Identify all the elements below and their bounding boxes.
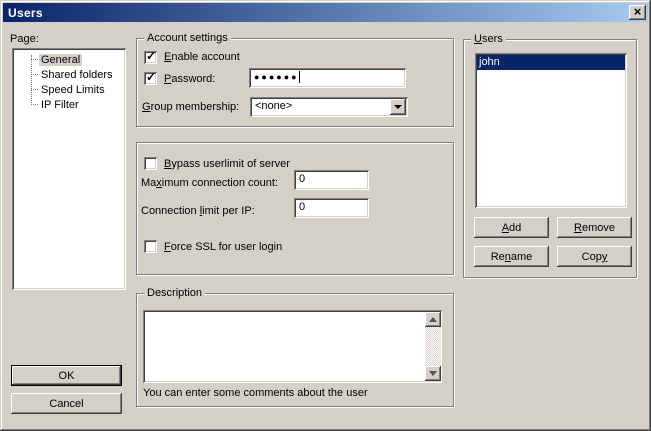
- arrow-down-icon: [429, 371, 437, 376]
- account-settings-group-label: Account settings: [144, 32, 231, 44]
- page-item-speed-limits[interactable]: Speed Limits: [12, 82, 126, 97]
- description-group-label: Description: [144, 287, 205, 299]
- users-dialog-window: Users × Page: General Shared folders Spe…: [0, 0, 651, 431]
- rename-user-button[interactable]: Rename: [474, 246, 549, 267]
- users-group-label: Users: [471, 33, 506, 45]
- password-checkbox[interactable]: [144, 72, 157, 85]
- users-list[interactable]: john: [475, 53, 627, 208]
- ip-limit-input[interactable]: 0: [294, 198, 369, 218]
- page-label: Page:: [10, 33, 39, 45]
- password-label[interactable]: Password:: [164, 73, 215, 85]
- text-caret: [299, 71, 300, 83]
- user-list-item[interactable]: john: [477, 55, 625, 70]
- page-item-general[interactable]: General: [12, 52, 126, 67]
- titlebar[interactable]: Users ×: [3, 3, 648, 22]
- enable-account-label[interactable]: Enable account: [164, 51, 240, 63]
- force-ssl-checkbox[interactable]: [144, 240, 157, 253]
- group-membership-select[interactable]: <none>: [250, 97, 408, 117]
- copy-user-button[interactable]: Copy: [557, 246, 632, 267]
- bypass-userlimit-checkbox[interactable]: [144, 157, 157, 170]
- description-textarea[interactable]: [143, 310, 442, 383]
- max-connection-label: Maximum connection count:: [141, 177, 278, 189]
- max-connection-input[interactable]: 0: [294, 170, 369, 190]
- arrow-up-icon: [429, 317, 437, 322]
- cancel-button[interactable]: Cancel: [11, 393, 122, 414]
- password-value: ●●●●●●: [254, 72, 299, 82]
- chevron-down-icon: [394, 105, 402, 109]
- page-item-shared-folders[interactable]: Shared folders: [12, 67, 126, 82]
- account-settings-group: Account settings Enable account Password…: [136, 38, 454, 127]
- description-group: Description You can enter some comments …: [136, 293, 454, 407]
- page-list[interactable]: General Shared folders Speed Limits IP F…: [12, 48, 126, 290]
- ip-limit-label: Connection limit per IP:: [141, 205, 255, 217]
- scroll-down-button[interactable]: [425, 366, 441, 381]
- enable-account-checkbox[interactable]: [144, 51, 157, 64]
- window-title: Users: [8, 6, 43, 20]
- description-hint: You can enter some comments about the us…: [143, 387, 368, 399]
- scroll-up-button[interactable]: [425, 312, 441, 327]
- connection-limits-group: Bypass userlimit of server Maximum conne…: [136, 142, 454, 275]
- force-ssl-label[interactable]: Force SSL for user login: [164, 241, 282, 253]
- ok-button[interactable]: OK: [11, 365, 122, 386]
- group-membership-dropdown-button[interactable]: [390, 99, 406, 115]
- add-user-button[interactable]: Add: [474, 217, 549, 238]
- password-input[interactable]: ●●●●●●: [249, 68, 406, 88]
- remove-user-button[interactable]: Remove: [557, 217, 632, 238]
- bypass-userlimit-label[interactable]: Bypass userlimit of server: [164, 158, 290, 170]
- close-button[interactable]: ×: [629, 5, 646, 20]
- users-group: Users john Add Remove Rename Copy: [463, 39, 637, 278]
- close-icon: ×: [634, 6, 642, 17]
- group-membership-value: <none>: [255, 100, 292, 112]
- group-membership-label: Group membership:: [142, 101, 239, 113]
- description-scrollbar[interactable]: [425, 312, 441, 381]
- page-item-ip-filter[interactable]: IP Filter: [12, 97, 126, 112]
